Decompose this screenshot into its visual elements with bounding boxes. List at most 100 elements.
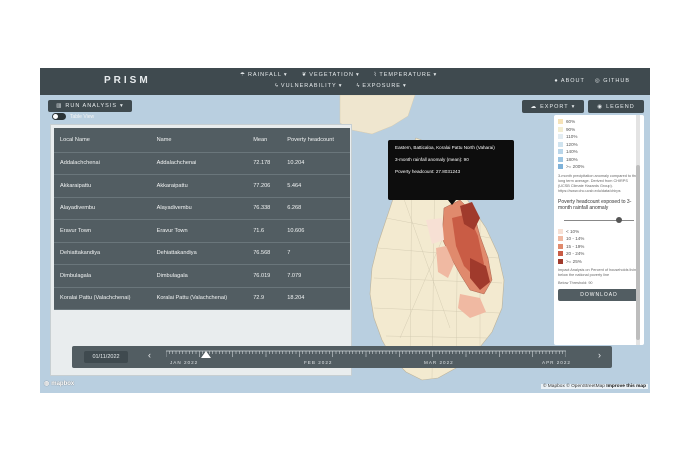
table-cell: 77.206: [247, 174, 282, 198]
table-cell: 76.019: [247, 264, 282, 288]
legend-item: 90%: [558, 126, 640, 134]
scrollbar-thumb[interactable]: [636, 165, 640, 340]
thermometer-icon: ⌇: [373, 72, 378, 78]
table-row[interactable]: Dehiattakandiya Dehiattakandiya 76.568 7: [54, 242, 350, 265]
column-header[interactable]: Mean: [247, 128, 282, 153]
legend-swatch: [558, 149, 563, 155]
date-selector[interactable]: 01/11/2022: [84, 351, 128, 363]
table-row[interactable]: Koralai Pattu (Valachchenai) Koralai Patt…: [54, 287, 350, 310]
legend-swatch: [558, 156, 563, 162]
table-cell: Akkaraipattu: [150, 174, 248, 198]
table-cell: 72.9: [247, 287, 282, 310]
legend-swatch: [558, 228, 563, 234]
tooltip-arrow: [448, 200, 456, 205]
bolt-icon: ϟ: [275, 83, 279, 89]
opacity-slider[interactable]: [564, 216, 634, 226]
date-timeline: 01/11/2022 ‹ JAN 2022 FEB 2022 MAR 2022 …: [72, 346, 612, 368]
table-cell: 10.204: [281, 152, 350, 175]
legend-item: 20 - 24%: [558, 250, 640, 258]
slider-handle[interactable]: [616, 216, 622, 223]
table-cell: 7: [281, 242, 350, 265]
github-icon: ◎: [594, 78, 601, 84]
poverty-legend-note: Impact Analysis on Percent of households…: [558, 268, 639, 277]
legend-item: 10 - 14%: [558, 235, 640, 243]
table-cell: Dehiattakandiya: [150, 242, 248, 265]
legend-swatch: [558, 164, 563, 170]
download-button[interactable]: DOWNLOAD: [558, 289, 640, 301]
table-row[interactable]: Dimbulagala Dimbulagala 76.019 7.079: [54, 264, 350, 288]
legend-item: >= 200%: [558, 163, 640, 171]
about-link[interactable]: ● ABOUT: [554, 78, 585, 84]
chevron-right-icon[interactable]: ›: [598, 350, 601, 360]
table-cell: Dimbulagala: [150, 264, 248, 288]
legend-item: < 10%: [558, 228, 640, 236]
table-cell: Koralai Pattu (Valachchenai): [54, 287, 151, 310]
bolt-icon: ϟ: [356, 83, 361, 89]
improve-map-link[interactable]: Improve this map: [606, 384, 646, 389]
legend-item: 140%: [558, 148, 640, 156]
rainfall-legend-note: 3-month precipitation anomaly compared t…: [558, 173, 638, 193]
legend-swatch: [558, 141, 563, 147]
nav-vegetation[interactable]: ❦ VEGETATION ▾: [302, 72, 360, 78]
legend-item: 110%: [558, 133, 640, 141]
legend-item: >= 25%: [558, 258, 640, 266]
nav-vulnerability[interactable]: ϟ VULNERABILITY ▾: [275, 83, 342, 89]
table-cell: Addalachchenai: [54, 152, 151, 175]
nav-row-secondary: ϟ VULNERABILITY ▾ ϟ EXPOSURE ▾: [275, 83, 407, 89]
analysis-table-panel[interactable]: Local Name Name Mean Poverty headcount A…: [50, 124, 352, 376]
leaf-icon: ❦: [301, 72, 308, 78]
export-button[interactable]: ☁ EXPORT ▾: [522, 100, 584, 113]
table-row[interactable]: Akkaraipattu Akkaraipattu 77.206 5.464: [54, 174, 350, 198]
legend-swatch: [558, 126, 563, 132]
github-link[interactable]: ◎ GITHUB: [595, 78, 630, 84]
column-header[interactable]: Local Name: [54, 128, 151, 153]
table-cell: Addalachchenai: [150, 152, 248, 175]
table-cell: Koralai Pattu (Valachchenai): [150, 287, 248, 310]
timeline-track[interactable]: [166, 348, 566, 366]
brand-logo[interactable]: PRISM: [104, 75, 151, 86]
run-analysis-button[interactable]: ▥ RUN ANALYSIS ▾: [48, 100, 132, 112]
legend-scrollbar[interactable]: [636, 115, 640, 345]
legend-swatch: [558, 119, 563, 125]
table-cell: 10.606: [281, 219, 350, 243]
top-navbar: PRISM ☂ RAINFALL ▾ ❦ VEGETATION ▾ ⌇ TEMPERA…: [40, 68, 650, 95]
header-links: ● ABOUT ◎ GITHUB: [554, 78, 630, 84]
table-row[interactable]: Alayadivembu Alayadivembu 76.338 6.268: [54, 197, 350, 220]
legend-swatch: [558, 251, 563, 257]
legend-swatch: [558, 236, 563, 242]
table-cell: 6.268: [281, 197, 350, 220]
table-cell: 76.338: [247, 197, 282, 220]
table-cell: 7.079: [281, 264, 350, 288]
table-cell: Dimbulagala: [54, 264, 151, 288]
legend-item: 60%: [558, 118, 640, 126]
table-row[interactable]: Addalachchenai Addalachchenai 72.178 10.204: [54, 152, 350, 175]
poverty-legend-title: Poverty headcount exposed to 3-month rai…: [558, 198, 632, 212]
eye-icon: ◉: [597, 103, 604, 110]
month-label: JAN 2022: [170, 360, 199, 365]
legend-button[interactable]: ◉ LEGEND: [588, 100, 644, 113]
chevron-down-icon: ▾: [571, 103, 576, 110]
table-view-toggle[interactable]: [52, 113, 66, 120]
table-row[interactable]: Eravur Town Eravur Town 71.6 10.606: [54, 219, 350, 243]
chevron-left-icon[interactable]: ‹: [148, 350, 151, 360]
column-header[interactable]: Name: [150, 128, 248, 153]
prism-app: PRISM ☂ RAINFALL ▾ ❦ VEGETATION ▾ ⌇ TEMPERA…: [40, 68, 650, 393]
nav-row-primary: ☂ RAINFALL ▾ ❦ VEGETATION ▾ ⌇ TEMPERATURE ▾: [240, 72, 437, 78]
map-tooltip: Eastern, Batticaloa, Koralai Pattu North…: [388, 140, 514, 200]
column-header[interactable]: Poverty headcount: [281, 128, 350, 153]
legend-swatch: [558, 243, 563, 249]
attribution-text[interactable]: © Mapbox © OpenStreetMap: [543, 384, 605, 389]
table-cell: 71.6: [247, 219, 282, 243]
month-label: APR 2022: [542, 360, 571, 365]
legend-panel[interactable]: 60% 90% 110% 120% 140% 180% >= 200% 3-mo…: [554, 115, 644, 345]
nav-exposure[interactable]: ϟ EXPOSURE ▾: [356, 83, 406, 89]
legend-item: 180%: [558, 156, 640, 164]
table-cell: 18.204: [281, 287, 350, 310]
mapbox-logo[interactable]: ◍ mapbox: [44, 380, 74, 388]
table-cell: Dehiattakandiya: [54, 242, 151, 265]
nav-temperature[interactable]: ⌇ TEMPERATURE ▾: [374, 72, 438, 78]
threshold-label: Below Threshold: 90: [558, 281, 593, 285]
table-cell: Eravur Town: [150, 219, 248, 243]
nav-rainfall[interactable]: ☂ RAINFALL ▾: [240, 72, 288, 78]
table-cell: 76.568: [247, 242, 282, 265]
